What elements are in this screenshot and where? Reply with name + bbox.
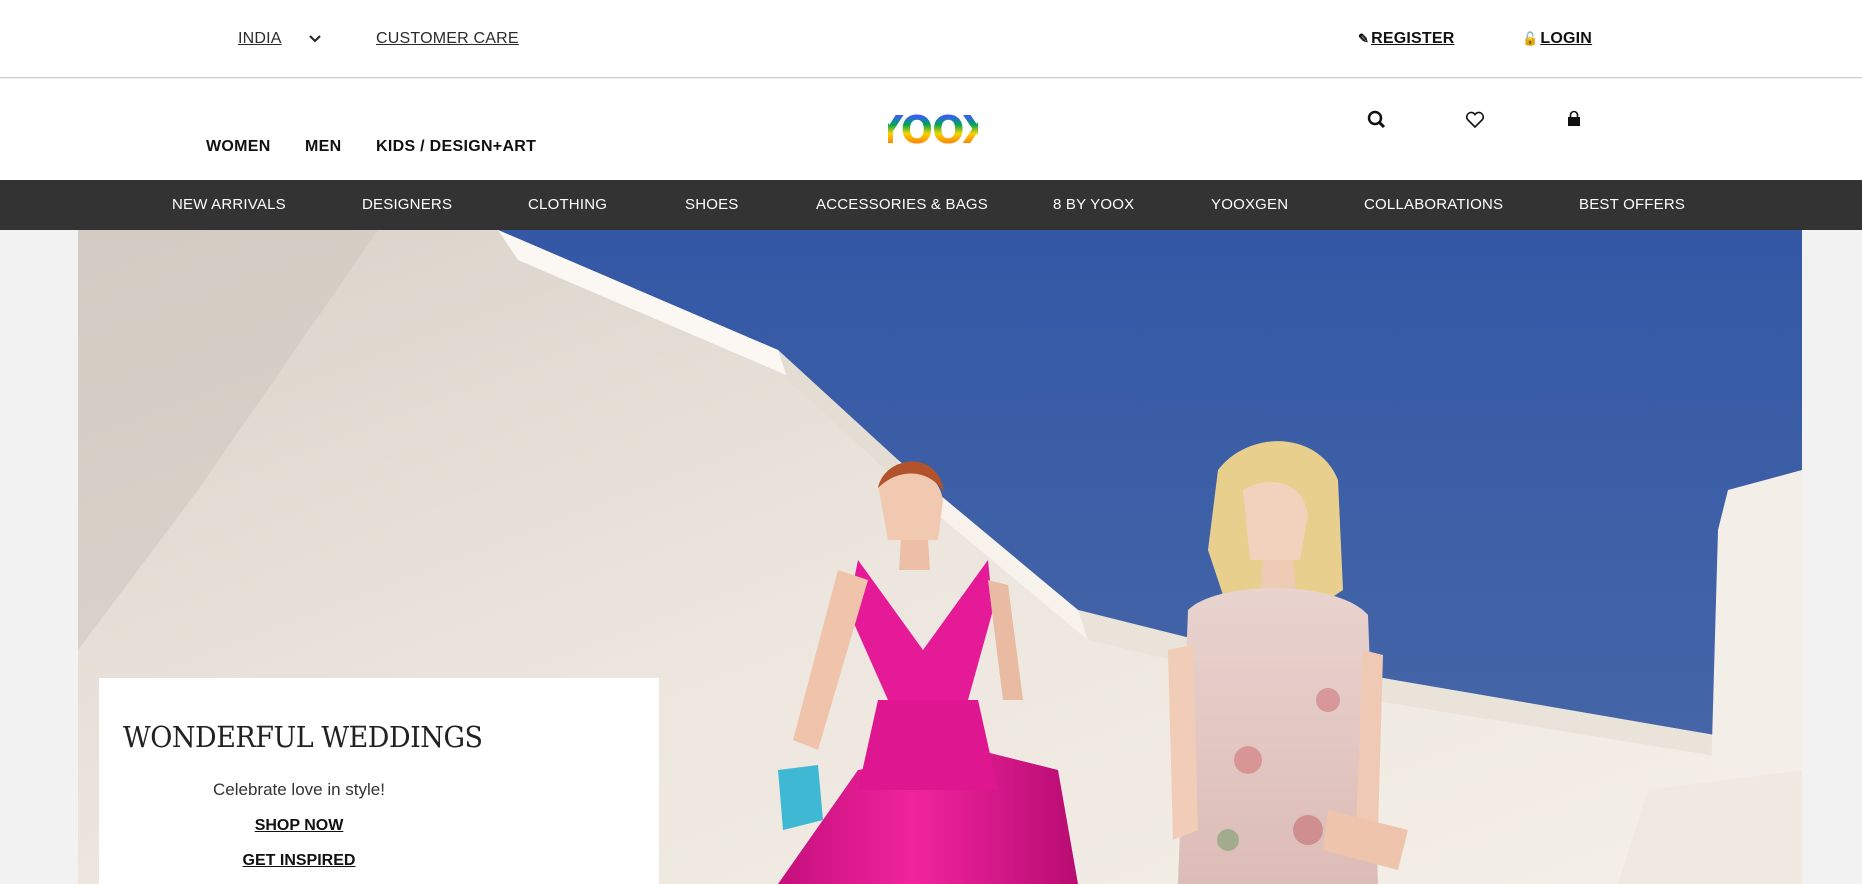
register-label: REGISTER bbox=[1371, 30, 1455, 47]
top-utility-bar: INDIA CUSTOMER CARE ✎ REGISTER 🔓 LOGIN bbox=[0, 0, 1862, 78]
main-header: WOMEN MEN KIDS / DESIGN+ART YOOX bbox=[0, 79, 1862, 180]
chevron-down-icon[interactable] bbox=[308, 30, 322, 48]
register-link[interactable]: ✎ REGISTER bbox=[1358, 30, 1454, 48]
customer-care-link[interactable]: CUSTOMER CARE bbox=[376, 30, 519, 48]
search-icon[interactable] bbox=[1366, 109, 1388, 131]
nav-women[interactable]: WOMEN bbox=[206, 138, 271, 156]
get-inspired-link[interactable]: GET INSPIRED bbox=[99, 852, 499, 870]
country-selector[interactable]: INDIA bbox=[238, 30, 282, 48]
cat-clothing[interactable]: CLOTHING bbox=[528, 196, 607, 213]
heart-icon[interactable] bbox=[1464, 109, 1486, 131]
yoox-logo[interactable]: YOOX bbox=[888, 107, 978, 147]
cat-yooxgen[interactable]: YOOXGEN bbox=[1211, 196, 1288, 213]
cat-designers[interactable]: DESIGNERS bbox=[362, 196, 452, 213]
login-label: LOGIN bbox=[1540, 30, 1593, 47]
shop-now-link[interactable]: SHOP NOW bbox=[99, 817, 499, 835]
cat-new-arrivals[interactable]: NEW ARRIVALS bbox=[172, 196, 286, 213]
lock-icon: 🔓 bbox=[1522, 31, 1539, 46]
login-link[interactable]: 🔓 LOGIN bbox=[1522, 30, 1592, 48]
nav-men[interactable]: MEN bbox=[305, 138, 341, 156]
cat-best-offers[interactable]: BEST OFFERS bbox=[1579, 196, 1685, 213]
promo-subtitle: Celebrate love in style! bbox=[213, 780, 385, 799]
pencil-icon: ✎ bbox=[1358, 31, 1370, 46]
shopping-bag-icon[interactable] bbox=[1563, 109, 1585, 131]
cat-collaborations[interactable]: COLLABORATIONS bbox=[1364, 196, 1503, 213]
cat-accessories-bags[interactable]: ACCESSORIES & BAGS bbox=[816, 196, 988, 213]
cat-8-by-yoox[interactable]: 8 BY YOOX bbox=[1053, 196, 1134, 213]
promo-title: WONDERFUL WEDDINGS bbox=[123, 720, 483, 754]
svg-text:YOOX: YOOX bbox=[888, 108, 978, 147]
nav-kids-design-art[interactable]: KIDS / DESIGN+ART bbox=[376, 138, 536, 156]
cat-shoes[interactable]: SHOES bbox=[685, 196, 739, 213]
category-nav: NEW ARRIVALS DESIGNERS CLOTHING SHOES AC… bbox=[0, 180, 1862, 230]
promo-card: WONDERFUL WEDDINGS Celebrate love in sty… bbox=[99, 678, 659, 884]
